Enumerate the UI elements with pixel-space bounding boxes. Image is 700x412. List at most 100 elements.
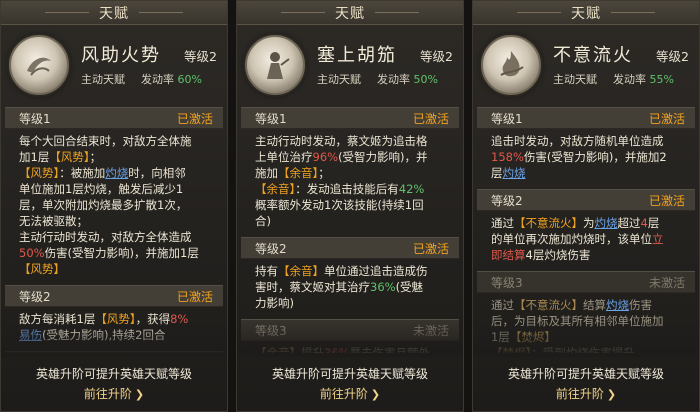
description-line: 50%伤害(受智力影响)，并施加1层 <box>19 245 215 261</box>
title-divider-left <box>45 12 89 13</box>
level-label: 等级1 <box>19 111 51 126</box>
talent-card-1: 天赋 塞上胡笳 等级2 主动天赋 发动率 50% 等级1 已激活主动行动时发动，蔡… <box>236 0 464 412</box>
text-segment: 超过 <box>617 216 641 230</box>
level-label: 等级3 <box>491 275 523 290</box>
keyword-link[interactable]: 灼烧 <box>105 166 128 180</box>
talent-card-2: 天赋 不意流火 等级2 主动天赋 发动率 55% 等级1 已激活 追击时发动，对敌方… <box>472 0 700 412</box>
description-line: 主动行动时发动，对敌方全体造成 <box>19 229 215 245</box>
trigger-label: 发动率 <box>613 73 646 86</box>
skill-type: 主动天赋 <box>553 73 597 86</box>
skill-type: 主动天赋 <box>81 73 125 86</box>
talent-card-0: 天赋 风助火势 等级2 主动天赋 发动率 60% 等级1 已激活 每个大回合结束时，… <box>0 0 228 412</box>
text-segment: ：发动追击技能后有 <box>295 182 399 196</box>
chevron-right-icon: ❯ <box>134 388 145 401</box>
go-upgrade-link[interactable]: 前往升阶 ❯ <box>237 385 463 402</box>
skill-header: 风助火势 等级2 主动天赋 发动率 60% <box>1 29 227 99</box>
go-upgrade-link[interactable]: 前往升阶 ❯ <box>1 385 227 402</box>
trigger-rate-value: 55% <box>649 73 674 86</box>
highlight-text: 50% <box>19 246 45 260</box>
description-line: 【风势】：被施加灼烧时，向相邻 <box>19 165 215 181</box>
description-line: 施加【余音】； <box>255 165 451 181</box>
text-segment: 伤害(受智力影响)，并施加2 <box>523 150 667 164</box>
level-header: 等级2 已激活 <box>5 285 223 307</box>
text-segment: (受智力影响)，并 <box>338 150 428 164</box>
level-description: 通过【不意流火】为灼烧超过4层 的单位再次施加灼烧时，该单位立 即结算4层灼烧伤害 <box>477 211 695 271</box>
level-status: 已激活 <box>648 111 685 126</box>
level-description: 持有【余音】单位通过追击造成伤 害时，蔡文姬对其治疗36%(受魅 力影响) <box>241 259 459 319</box>
skill-level: 等级2 <box>656 49 689 64</box>
level-list[interactable]: 等级1 已激活 追击时发动，对敌方随机单位造成 158%伤害(受智力影响)，并施加2 层… <box>477 107 695 353</box>
highlight-text: 【余音】 <box>278 166 319 180</box>
skill-level: 等级2 <box>420 49 453 64</box>
level-status: 已激活 <box>648 193 685 208</box>
trigger-rate: 发动率 50% <box>377 71 438 87</box>
description-line: 层灼烧 <box>491 165 687 181</box>
level-header: 等级2 已激活 <box>241 237 459 259</box>
description-line: 158%伤害(受智力影响)，并施加2 <box>491 149 687 165</box>
card-title: 天赋 <box>335 5 365 22</box>
text-segment: 主动行动时发动，对敌方全体造成 <box>19 230 192 244</box>
highlight-text: 立 <box>652 232 664 246</box>
text-segment: 害时，蔡文姬对其治疗 <box>255 280 370 294</box>
text-segment: ； <box>89 150 102 164</box>
trigger-rate: 发动率 60% <box>141 71 202 87</box>
text-segment: 单位施加1层灼烧，触发后减少1 <box>19 182 184 196</box>
description-line: 概率额外发动1次该技能(持续1回 <box>255 197 451 213</box>
card-title-bar: 天赋 <box>237 1 463 25</box>
scroll-fade <box>1 321 227 357</box>
text-segment: 无法被驱散； <box>19 214 88 228</box>
description-line: 力影响) <box>255 295 451 311</box>
skill-name: 塞上胡笳 <box>317 45 397 66</box>
text-segment: 持有 <box>255 264 278 278</box>
go-upgrade-link[interactable]: 前往升阶 ❯ <box>473 385 699 402</box>
upgrade-hint: 英雄升阶可提升英雄天赋等级 <box>271 367 428 381</box>
card-title-bar: 天赋 <box>1 1 227 25</box>
level-list[interactable]: 等级1 已激活 主动行动时发动，蔡文姬为追击格 上单位治疗96%(受智力影响)，并 施加… <box>241 107 459 353</box>
text-segment: 加1层 <box>19 150 50 164</box>
level-status: 已激活 <box>176 289 213 304</box>
skill-name: 风助火势 <box>81 45 161 66</box>
text-segment: 为 <box>583 216 595 230</box>
text-segment: 施加 <box>255 166 278 180</box>
text-segment: 力影响) <box>255 296 294 310</box>
level-header: 等级2 已激活 <box>477 189 695 211</box>
card-title: 天赋 <box>571 5 601 22</box>
highlight-text: 96% <box>312 150 339 164</box>
level-status: 未激活 <box>648 275 685 290</box>
trigger-rate: 发动率 55% <box>613 71 674 87</box>
level-header: 等级1 已激活 <box>241 107 459 129</box>
description-line: 层，单次附加灼烧最多扩散1次， <box>19 197 215 213</box>
upgrade-hint: 英雄升阶可提升英雄天赋等级 <box>507 367 664 381</box>
trigger-rate-value: 60% <box>177 73 202 86</box>
description-line: 害时，蔡文姬对其治疗36%(受魅 <box>255 279 451 295</box>
text-segment: 结算 <box>583 298 606 312</box>
level-list[interactable]: 等级1 已激活 每个大回合结束时，对敌方全体施 加1层【风势】； 【风势】：被施加灼烧时… <box>5 107 223 353</box>
description-line: 即结算4层灼烧伤害 <box>491 247 687 263</box>
scroll-fade <box>237 321 463 357</box>
highlight-text: 4 <box>640 216 648 230</box>
highlight-text: 【不意流火】 <box>514 298 583 312</box>
text-segment: 层 <box>491 166 503 180</box>
chevron-right-icon: ❯ <box>606 388 617 401</box>
description-line: 持有【余音】单位通过追击造成伤 <box>255 263 451 279</box>
description-line: 追击时发动，对敌方随机单位造成 <box>491 133 687 149</box>
keyword-link[interactable]: 灼烧 <box>606 298 629 312</box>
highlight-text: 36% <box>370 280 396 294</box>
skill-emblem-figure-icon <box>245 35 305 95</box>
title-divider-right <box>139 12 183 13</box>
highlight-text: 158% <box>491 150 524 164</box>
keyword-link[interactable]: 灼烧 <box>595 216 618 230</box>
skill-header: 塞上胡笳 等级2 主动天赋 发动率 50% <box>237 29 463 99</box>
scroll-fade <box>473 321 699 357</box>
text-segment: (受魅 <box>395 280 424 294</box>
keyword-link[interactable]: 灼烧 <box>503 166 526 180</box>
skill-emblem-fire-icon <box>481 35 541 95</box>
go-upgrade-label[interactable]: 前往升阶 <box>320 387 368 401</box>
go-upgrade-label[interactable]: 前往升阶 <box>84 387 132 401</box>
chevron-right-icon: ❯ <box>370 388 381 401</box>
title-divider-left <box>281 12 325 13</box>
description-line: 主动行动时发动，蔡文姬为追击格 <box>255 133 451 149</box>
go-upgrade-label[interactable]: 前往升阶 <box>556 387 604 401</box>
text-segment: ：被施加 <box>59 166 106 180</box>
title-divider-right <box>611 12 655 13</box>
